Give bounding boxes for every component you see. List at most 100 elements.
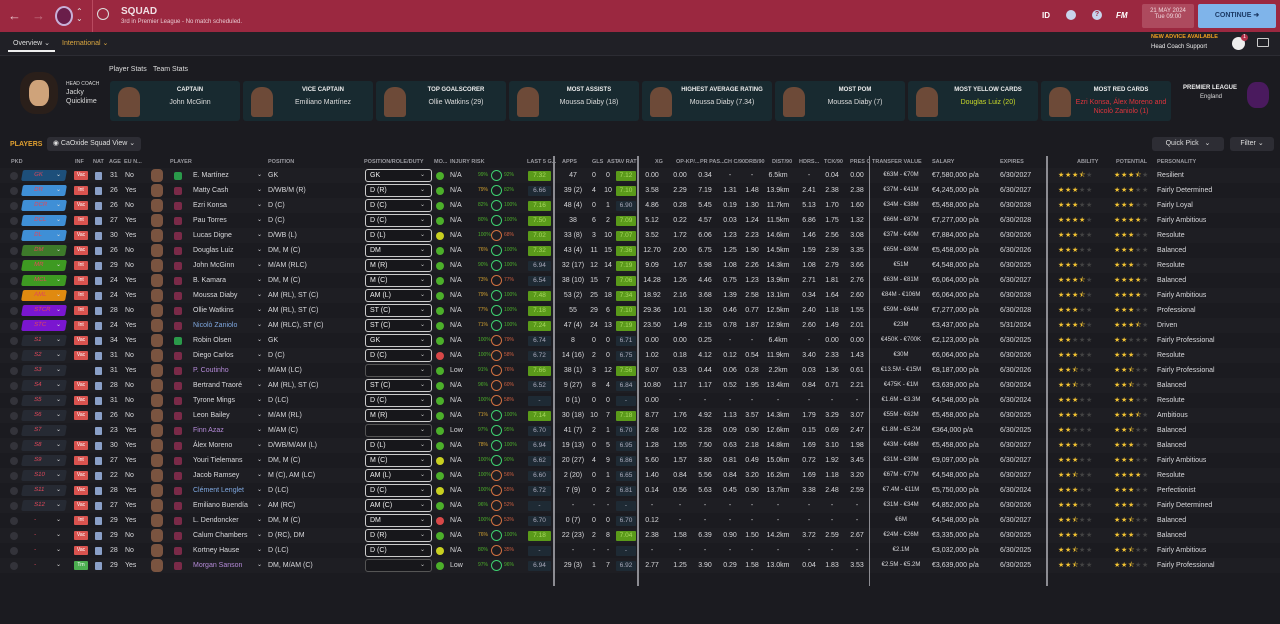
- table-row[interactable]: DL ⌄ Vac 30 Yes Lucas Digne ⌄ D/WB (L) D (L) ⌄ N/A…: [0, 228, 1280, 243]
- chevron-down-icon[interactable]: ⌄: [56, 483, 61, 498]
- column-header[interactable]: TRANSFER VALUE: [872, 159, 922, 165]
- id-icon[interactable]: ID: [1042, 11, 1050, 20]
- chevron-down-icon[interactable]: ⌄: [257, 318, 262, 333]
- player-name[interactable]: L. Dendoncker: [193, 513, 255, 528]
- chevron-down-icon[interactable]: ⌄: [257, 453, 262, 468]
- player-name[interactable]: Bertrand Traoré: [193, 378, 255, 393]
- player-name[interactable]: Jacob Ramsey: [193, 468, 255, 483]
- table-row[interactable]: AML ⌄ Int 24 Yes Moussa Diaby ⌄ AM (RL), ST (C)…: [0, 288, 1280, 303]
- chevron-down-icon[interactable]: ⌄: [257, 513, 262, 528]
- table-row[interactable]: MCL ⌄ Int 24 Yes B. Kamara ⌄ DM, M (C) M (C) ⌄ N/A…: [0, 273, 1280, 288]
- chevron-down-icon[interactable]: ⌄: [56, 513, 61, 528]
- stat-card[interactable]: HIGHEST AVERAGE RATING Moussa Diaby (7.34…: [642, 81, 772, 121]
- table-row[interactable]: STCR ⌄ Int 28 No Ollie Watkins ⌄ AM (RL), ST (C…: [0, 303, 1280, 318]
- head-coach-first-name[interactable]: Jacky: [66, 89, 84, 96]
- stat-card[interactable]: CAPTAIN John McGinn: [110, 81, 240, 121]
- date-display[interactable]: 21 MAY 2024 Tue 09:00: [1142, 4, 1194, 28]
- column-header[interactable]: PKD: [11, 159, 23, 165]
- chevron-down-icon[interactable]: ⌄: [257, 243, 262, 258]
- column-header[interactable]: POSITION: [268, 159, 294, 165]
- chevron-down-icon[interactable]: ⌄: [56, 468, 61, 483]
- table-row[interactable]: S3 ⌄ 31 Yes P. Coutinho ⌄ M/AM (LC) ⌄ Low 91% 76% 7…: [0, 363, 1280, 378]
- column-header[interactable]: HDRS...: [799, 159, 819, 165]
- table-row[interactable]: DCR ⌄ Vac 26 No Ezri Konsa ⌄ D (C) D (C) ⌄ N/A 82% 1…: [0, 198, 1280, 213]
- table-row[interactable]: - ⌄ Vac 28 No Kortney Hause ⌄ D (LC) D (C) ⌄ N/A 80…: [0, 543, 1280, 558]
- chevron-down-icon[interactable]: ⌄: [420, 333, 425, 348]
- tab-overview[interactable]: Overview ⌄: [13, 39, 50, 47]
- player-name[interactable]: Ezri Konsa: [193, 198, 255, 213]
- stat-card-value[interactable]: Ollie Watkins (29): [410, 98, 502, 107]
- chevron-down-icon[interactable]: ⌄: [56, 348, 61, 363]
- chevron-down-icon[interactable]: ⌄: [257, 168, 262, 183]
- pick-checkbox[interactable]: [10, 337, 18, 345]
- chevron-down-icon[interactable]: ⌄: [56, 168, 61, 183]
- chevron-down-icon[interactable]: ⌄: [56, 438, 61, 453]
- pick-checkbox[interactable]: [10, 292, 18, 300]
- column-header[interactable]: DRB/90: [745, 159, 765, 165]
- chevron-down-icon[interactable]: ⌄: [420, 318, 425, 333]
- chevron-down-icon[interactable]: ⌄: [56, 213, 61, 228]
- column-header[interactable]: EU N...: [124, 159, 142, 165]
- chevron-down-icon[interactable]: ⌄: [257, 228, 262, 243]
- player-name[interactable]: Kortney Hause: [193, 543, 255, 558]
- stat-card-value[interactable]: Moussa Diaby (7): [809, 98, 901, 107]
- stat-card-value[interactable]: Moussa Diaby (7.34): [676, 98, 768, 107]
- pick-checkbox[interactable]: [10, 352, 18, 360]
- chevron-down-icon[interactable]: ⌄: [56, 258, 61, 273]
- pick-checkbox[interactable]: [10, 502, 18, 510]
- chevron-down-icon[interactable]: ⌄: [56, 393, 61, 408]
- chevron-down-icon[interactable]: ⌄: [420, 528, 425, 543]
- stat-card[interactable]: MOST YELLOW CARDS Douglas Luiz (20): [908, 81, 1038, 121]
- column-header[interactable]: XG: [655, 159, 663, 165]
- chevron-down-icon[interactable]: ⌄: [257, 483, 262, 498]
- continue-button[interactable]: CONTINUE ➜: [1198, 4, 1276, 28]
- chevron-down-icon[interactable]: ⌄: [420, 468, 425, 483]
- forward-icon[interactable]: →: [32, 8, 45, 23]
- pick-checkbox[interactable]: [10, 232, 18, 240]
- league-name[interactable]: PREMIER LEAGUE: [1183, 85, 1237, 91]
- pick-checkbox[interactable]: [10, 277, 18, 285]
- chevron-down-icon[interactable]: ⌄: [420, 363, 425, 378]
- chevron-down-icon[interactable]: ⌄: [56, 558, 61, 573]
- chevron-down-icon[interactable]: ⌄: [56, 363, 61, 378]
- chevron-down-icon[interactable]: ⌄: [420, 228, 425, 243]
- tab-international[interactable]: International ⌄: [62, 39, 108, 47]
- chevron-down-icon[interactable]: ⌄: [420, 378, 425, 393]
- table-row[interactable]: GK ⌄ Vac 31 No E. Martínez ⌄ GK GK ⌄ N/A 99% 92% 7.32…: [0, 168, 1280, 183]
- quick-pick-button[interactable]: Quick Pick ⌄: [1152, 137, 1224, 151]
- chevron-down-icon[interactable]: ⌄: [56, 273, 61, 288]
- column-header[interactable]: CH C/90: [724, 159, 745, 165]
- chevron-down-icon[interactable]: ⌄: [257, 183, 262, 198]
- stat-card[interactable]: TOP GOALSCORER Ollie Watkins (29): [376, 81, 506, 121]
- chevron-down-icon[interactable]: ⌄: [257, 333, 262, 348]
- column-header[interactable]: AGE: [109, 159, 121, 165]
- pick-checkbox[interactable]: [10, 247, 18, 255]
- player-name[interactable]: Moussa Diaby: [193, 288, 255, 303]
- chevron-down-icon[interactable]: ⌄: [420, 273, 425, 288]
- tab-player-stats[interactable]: Player Stats: [109, 66, 147, 73]
- search-icon[interactable]: [97, 8, 109, 20]
- chevron-down-icon[interactable]: ⌄: [420, 438, 425, 453]
- chevron-down-icon[interactable]: ⌄: [56, 243, 61, 258]
- table-row[interactable]: S5 ⌄ Vac 31 No Tyrone Mings ⌄ D (LC) D (C) ⌄ N/A 10…: [0, 393, 1280, 408]
- fm-icon[interactable]: FM: [1116, 11, 1128, 20]
- table-row[interactable]: STC ⌄ Int 24 Yes Nicolò Zaniolo ⌄ AM (RLC), ST …: [0, 318, 1280, 333]
- pick-checkbox[interactable]: [10, 217, 18, 225]
- player-name[interactable]: P. Coutinho: [193, 363, 255, 378]
- player-name[interactable]: Matty Cash: [193, 183, 255, 198]
- chevron-down-icon[interactable]: ⌄: [257, 438, 262, 453]
- chevron-down-icon[interactable]: ⌄: [420, 213, 425, 228]
- advice-subtitle[interactable]: Head Coach Support: [1151, 44, 1207, 50]
- pick-checkbox[interactable]: [10, 532, 18, 540]
- player-name[interactable]: Douglas Luiz: [193, 243, 255, 258]
- column-header[interactable]: GLS: [592, 159, 603, 165]
- column-header[interactable]: PR PAS...: [700, 159, 725, 165]
- pick-checkbox[interactable]: [10, 442, 18, 450]
- column-header[interactable]: EXPIRES: [1000, 159, 1024, 165]
- pick-checkbox[interactable]: [10, 172, 18, 180]
- column-header[interactable]: OP-KP/...: [676, 159, 700, 165]
- column-header[interactable]: SALARY: [932, 159, 954, 165]
- help-icon[interactable]: ?: [1092, 10, 1102, 20]
- chevron-down-icon[interactable]: ⌄: [257, 528, 262, 543]
- player-name[interactable]: Álex Moreno: [193, 438, 255, 453]
